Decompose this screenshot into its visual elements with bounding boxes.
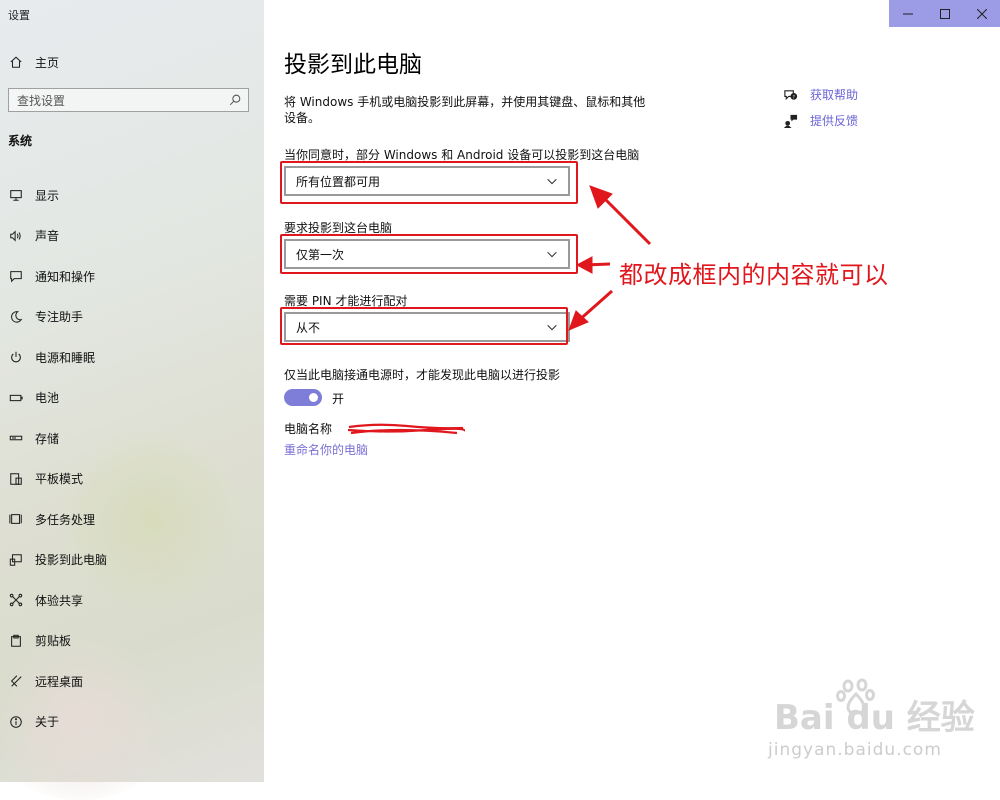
annotation-highlight-box <box>280 234 578 274</box>
maximize-icon <box>939 8 950 19</box>
page-title: 投影到此电脑 <box>284 52 422 78</box>
sidebar-item-home[interactable]: 主页 <box>8 52 59 72</box>
multitask-icon <box>8 511 24 527</box>
close-icon <box>976 8 987 19</box>
sidebar-item-focus-assist[interactable]: 专注助手 <box>8 300 107 341</box>
toggle-state-label: 开 <box>332 392 345 406</box>
search-placeholder: 查找设置 <box>17 93 66 108</box>
sidebar-item-about[interactable]: 关于 <box>8 705 107 746</box>
power-discoverable-toggle[interactable] <box>284 389 322 406</box>
battery-icon <box>8 390 24 406</box>
sidebar-item-label: 剪贴板 <box>35 634 72 649</box>
page-description: 将 Windows 手机或电脑投影到此屏幕，并使用其键盘、鼠标和其他设备。 <box>284 95 646 125</box>
sidebar-item-project-to-pc[interactable]: 投影到此电脑 <box>8 543 107 584</box>
sidebar-item-shared-experiences[interactable]: 体验共享 <box>8 583 107 624</box>
pc-name-label: 电脑名称 <box>284 422 333 436</box>
watermark-brand: Bai du 经验 <box>774 698 975 738</box>
sidebar-item-notifications[interactable]: 通知和操作 <box>8 259 107 300</box>
moon-icon <box>8 309 24 325</box>
rename-pc-link[interactable]: 重命名你的电脑 <box>284 441 368 458</box>
remote-icon <box>8 673 24 689</box>
search-icon[interactable] <box>227 92 243 108</box>
info-icon <box>8 714 24 730</box>
sidebar-item-label: 体验共享 <box>35 593 84 608</box>
get-help-label: 获取帮助 <box>810 88 859 102</box>
sidebar-item-label: 平板模式 <box>35 472 84 487</box>
minimize-button[interactable] <box>898 4 918 24</box>
sidebar-item-label: 电源和睡眠 <box>35 350 96 365</box>
minimize-icon <box>902 13 913 14</box>
sidebar-item-label: 关于 <box>35 715 60 730</box>
sidebar-item-label: 多任务处理 <box>35 512 96 527</box>
maximize-button[interactable] <box>935 4 955 24</box>
sidebar-item-label: 远程桌面 <box>35 674 84 689</box>
redacted-pc-name-scribble <box>347 423 465 435</box>
sidebar-item-label: 专注助手 <box>35 310 84 325</box>
sidebar-item-label: 声音 <box>35 229 60 244</box>
sidebar-item-label: 存储 <box>35 431 60 446</box>
search-input[interactable]: 查找设置 <box>8 88 249 112</box>
power-discoverable-label: 仅当此电脑接通电源时，才能发现此电脑以进行投影 <box>284 368 561 382</box>
notification-icon <box>8 268 24 284</box>
sidebar-item-label: 投影到此电脑 <box>35 553 108 568</box>
window-controls <box>889 0 1000 27</box>
clipboard-icon <box>8 633 24 649</box>
sidebar-nav: 显示 声音 通知和操作 专注助手 电源和睡眠 电池 存储 平板模式 多任务处理 … <box>8 178 107 745</box>
sidebar-item-sound[interactable]: 声音 <box>8 219 107 260</box>
power-icon <box>8 349 24 365</box>
get-help-link[interactable]: ? 获取帮助 <box>782 86 858 103</box>
home-icon <box>8 54 24 70</box>
toggle-knob <box>309 393 318 402</box>
sidebar-item-label: 通知和操作 <box>35 269 96 284</box>
sidebar-item-label: 主页 <box>35 55 60 70</box>
annotation-text: 都改成框内的内容就可以 <box>619 261 889 289</box>
sidebar-item-multitasking[interactable]: 多任务处理 <box>8 502 107 543</box>
storage-icon <box>8 430 24 446</box>
sidebar-item-label: 电池 <box>35 391 60 406</box>
tablet-icon <box>8 471 24 487</box>
sidebar-item-tablet-mode[interactable]: 平板模式 <box>8 462 107 503</box>
section-title: 系统 <box>8 134 33 148</box>
close-button[interactable] <box>972 4 992 24</box>
watermark-url: jingyan.baidu.com <box>768 740 942 760</box>
sidebar-item-label: 显示 <box>35 188 60 203</box>
app-title: 设置 <box>8 9 30 22</box>
speaker-icon <box>8 228 24 244</box>
sidebar-item-power-sleep[interactable]: 电源和睡眠 <box>8 340 107 381</box>
svg-text:?: ? <box>792 94 794 99</box>
feedback-icon <box>782 113 798 129</box>
project-icon <box>8 552 24 568</box>
sidebar-item-display[interactable]: 显示 <box>8 178 107 219</box>
sidebar-item-remote-desktop[interactable]: 远程桌面 <box>8 664 107 705</box>
share-icon <box>8 592 24 608</box>
give-feedback-label: 提供反馈 <box>810 114 859 128</box>
sidebar-item-clipboard[interactable]: 剪贴板 <box>8 624 107 665</box>
give-feedback-link[interactable]: 提供反馈 <box>782 112 858 129</box>
monitor-icon <box>8 187 24 203</box>
annotation-highlight-box <box>280 307 568 345</box>
sidebar-item-storage[interactable]: 存储 <box>8 421 107 462</box>
sidebar-item-battery[interactable]: 电池 <box>8 381 107 422</box>
sidebar: 设置 主页 查找设置 系统 显示 声音 通知和操作 专注助手 电源和睡眠 电池 … <box>0 0 264 800</box>
annotation-highlight-box <box>280 161 578 204</box>
help-chat-icon: ? <box>782 87 798 103</box>
